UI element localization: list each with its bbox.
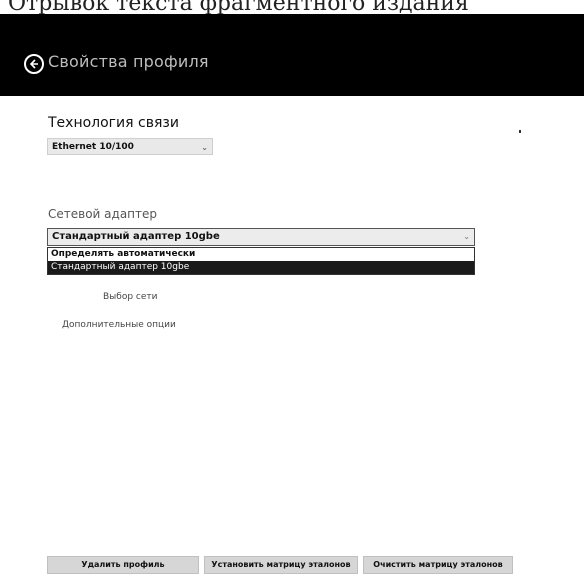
chevron-down-icon: ⌄ xyxy=(201,143,208,152)
dropdown-option-auto[interactable]: Определять автоматически xyxy=(48,248,474,261)
page-title: Свойства профиля xyxy=(48,52,209,71)
adapter-value: Стандартный адаптер 10gbe xyxy=(52,231,220,242)
connection-tech-value: Ethernet 10/100 xyxy=(52,142,134,152)
advanced-options-link[interactable]: Дополнительные опции xyxy=(62,320,176,330)
delete-profile-button[interactable]: Удалить профиль xyxy=(47,556,199,574)
back-arrow-icon[interactable] xyxy=(24,54,44,74)
network-select-link[interactable]: Выбор сети xyxy=(103,292,158,302)
set-matrix-button[interactable]: Установить матрицу эталонов xyxy=(204,556,358,574)
adapter-label: Сетевой адаптер xyxy=(48,207,158,221)
header-bar: Свойства профиля xyxy=(0,14,584,96)
connection-tech-label: Технология связи xyxy=(48,115,179,131)
stray-dot xyxy=(519,130,521,133)
adapter-dropdown-list: Определять автоматически Стандартный ада… xyxy=(47,247,475,275)
dropdown-option-10gbe[interactable]: Стандартный адаптер 10gbe xyxy=(48,261,474,274)
adapter-select[interactable]: Стандартный адаптер 10gbe ⌄ xyxy=(47,228,475,246)
top-text-fragment: Отрывок текста фрагментного издания xyxy=(0,0,584,14)
connection-tech-select[interactable]: Ethernet 10/100 ⌄ xyxy=(47,138,213,155)
chevron-down-icon: ⌄ xyxy=(463,232,470,241)
clear-matrix-button[interactable]: Очистить матрицу эталонов xyxy=(363,556,513,574)
top-text: Отрывок текста фрагментного издания xyxy=(8,0,469,14)
